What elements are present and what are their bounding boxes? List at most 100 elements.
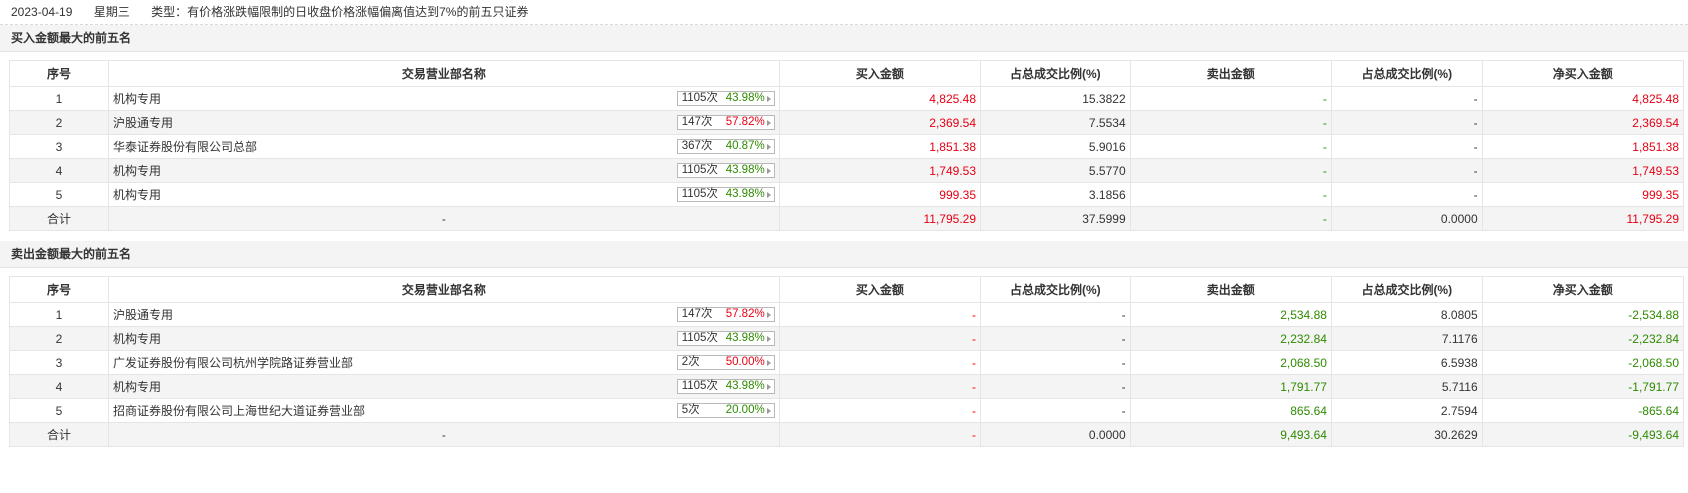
net-buy-amount: 1,749.53: [1481, 158, 1685, 183]
buy-ratio: 5.9016: [980, 134, 1131, 159]
list-type: 类型：有价格涨跌幅限制的日收盘价格涨幅偏离值达到7%的前五只证券: [151, 5, 529, 19]
listing-count: 1105次: [681, 92, 718, 104]
top-info-bar: 2023-04-19 星期三 类型：有价格涨跌幅限制的日收盘价格涨幅偏离值达到7…: [0, 0, 1688, 25]
caret-right-icon: [766, 407, 771, 414]
buy-section-title: 买入金额最大的前五名: [0, 25, 1688, 52]
table-row: 5 招商证券股份有限公司上海世纪大道证券营业部 5次 20.00% - -865.64 2.…: [8, 398, 1685, 423]
branch-stats-badge[interactable]: 1105次 43.98%: [676, 91, 775, 106]
total-sell-ratio: 0.0000: [1330, 206, 1483, 231]
col-net-buy: 净买入金额: [1481, 276, 1685, 303]
branch-stats-badge[interactable]: 1105次 43.98%: [676, 331, 775, 346]
col-sell-amount: 卖出金额: [1129, 60, 1332, 87]
branch-stats-badge[interactable]: 1105次 43.98%: [676, 187, 775, 202]
branch-stats-badge[interactable]: 1105次 43.98%: [676, 379, 775, 394]
branch-name-cell: 机构专用 1105次 43.98%: [108, 182, 780, 207]
branch-name-link[interactable]: 机构专用: [113, 378, 161, 395]
branch-name-cell: 机构专用 1105次 43.98%: [108, 326, 780, 351]
row-index: 3: [8, 134, 110, 159]
total-net-buy: 11,795.29: [1481, 206, 1685, 231]
buy-amount: -: [778, 326, 982, 351]
branch-name-link[interactable]: 沪股通专用: [113, 306, 173, 323]
table-row: 5 机构专用 1105次 43.98% 999.35 3.1856- -999.35: [8, 182, 1685, 207]
branch-name-link[interactable]: 机构专用: [113, 330, 161, 347]
branch-stats-badge[interactable]: 5次 20.00%: [676, 403, 775, 418]
listing-count: 147次: [681, 116, 713, 128]
table-row: 1 机构专用 1105次 43.98% 4,825.48 15.3822- -4,825.4…: [8, 86, 1685, 111]
branch-name-cell: 机构专用 1105次 43.98%: [108, 158, 780, 183]
branch-name-link[interactable]: 机构专用: [113, 162, 161, 179]
row-index: 4: [8, 158, 110, 183]
sell-ratio: -: [1330, 86, 1483, 111]
sell-amount: 2,534.88: [1129, 302, 1332, 327]
buy-amount: 4,825.48: [778, 86, 982, 111]
net-buy-amount: -1,791.77: [1481, 374, 1685, 399]
buy-ratio: 15.3822: [980, 86, 1131, 111]
row-index: 1: [8, 302, 110, 327]
branch-name-link[interactable]: 招商证券股份有限公司上海世纪大道证券营业部: [113, 402, 365, 419]
buy-ratio: -: [980, 302, 1131, 327]
branch-stats-badge[interactable]: 1105次 43.98%: [676, 163, 775, 178]
branch-name-link[interactable]: 机构专用: [113, 90, 161, 107]
win-rate: 43.98%: [725, 380, 765, 392]
caret-right-icon: [766, 359, 771, 366]
buy-table: 序号 交易营业部名称 买入金额 占总成交比例(%) 卖出金额 占总成交比例(%)…: [8, 60, 1685, 231]
branch-name-link[interactable]: 广发证券股份有限公司杭州学院路证券营业部: [113, 354, 353, 371]
listing-count: 1105次: [681, 188, 718, 200]
caret-right-icon: [766, 95, 771, 102]
sell-ratio: 7.1176: [1330, 326, 1483, 351]
col-index: 序号: [8, 60, 110, 87]
branch-name-link[interactable]: 沪股通专用: [113, 114, 173, 131]
sell-amount: -: [1129, 158, 1332, 183]
buy-amount: 2,369.54: [778, 110, 982, 135]
col-buy-ratio: 占总成交比例(%): [980, 276, 1131, 303]
listing-count: 5次: [681, 404, 700, 416]
branch-name-link[interactable]: 华泰证券股份有限公司总部: [113, 138, 257, 155]
branch-name-cell: 招商证券股份有限公司上海世纪大道证券营业部 5次 20.00%: [108, 398, 780, 423]
col-buy-ratio: 占总成交比例(%): [980, 60, 1131, 87]
total-branch-name: -: [108, 422, 780, 447]
col-buy-amount: 买入金额: [778, 276, 982, 303]
sell-table: 序号 交易营业部名称 买入金额 占总成交比例(%) 卖出金额 占总成交比例(%)…: [8, 276, 1685, 447]
branch-stats-badge[interactable]: 147次 57.82%: [676, 115, 775, 130]
branch-stats-badge[interactable]: 2次 50.00%: [676, 355, 775, 370]
sell-table-header: 序号 交易营业部名称 买入金额 占总成交比例(%) 卖出金额 占总成交比例(%)…: [8, 276, 1685, 303]
col-index: 序号: [8, 276, 110, 303]
total-buy-ratio: 0.0000: [980, 422, 1131, 447]
net-buy-amount: 1,851.38: [1481, 134, 1685, 159]
sell-ratio: 8.0805: [1330, 302, 1483, 327]
sell-amount: -: [1129, 110, 1332, 135]
net-buy-amount: 2,369.54: [1481, 110, 1685, 135]
row-index: 2: [8, 110, 110, 135]
sell-section-title: 卖出金额最大的前五名: [0, 241, 1688, 268]
branch-name-cell: 机构专用 1105次 43.98%: [108, 86, 780, 111]
branch-stats-badge[interactable]: 147次 57.82%: [676, 307, 775, 322]
net-buy-amount: 999.35: [1481, 182, 1685, 207]
col-sell-ratio: 占总成交比例(%): [1330, 276, 1483, 303]
total-buy-amount: 11,795.29: [778, 206, 982, 231]
total-net-buy: -9,493.64: [1481, 422, 1685, 447]
total-sell-amount: -: [1129, 206, 1332, 231]
sell-ratio: 2.7594: [1330, 398, 1483, 423]
table-row: 2 沪股通专用 147次 57.82% 2,369.54 7.5534- -2,369.54: [8, 110, 1685, 135]
listing-count: 147次: [681, 308, 713, 320]
win-rate: 40.87%: [725, 140, 765, 152]
buy-amount: 1,851.38: [778, 134, 982, 159]
total-row: 合计 -11,795.29 37.5999-0.0000 11,795.29: [8, 206, 1685, 231]
net-buy-amount: -2,534.88: [1481, 302, 1685, 327]
weekday: 星期三: [93, 5, 130, 19]
branch-name-cell: 华泰证券股份有限公司总部 367次 40.87%: [108, 134, 780, 159]
win-rate: 20.00%: [725, 404, 765, 416]
trade-date: 2023-04-19: [11, 5, 73, 19]
total-row: 合计 - -0.0000 9,493.64 30.2629 -9,493.64: [8, 422, 1685, 447]
sell-ratio: 6.5938: [1330, 350, 1483, 375]
total-buy-amount: -: [778, 422, 982, 447]
total-sell-ratio: 30.2629: [1330, 422, 1483, 447]
buy-ratio: -: [980, 398, 1131, 423]
col-sell-amount: 卖出金额: [1129, 276, 1332, 303]
win-rate: 43.98%: [725, 164, 765, 176]
listing-count: 1105次: [681, 332, 718, 344]
branch-stats-badge[interactable]: 367次 40.87%: [676, 139, 775, 154]
col-buy-amount: 买入金额: [778, 60, 982, 87]
branch-name-link[interactable]: 机构专用: [113, 186, 161, 203]
sell-ratio: -: [1330, 110, 1483, 135]
